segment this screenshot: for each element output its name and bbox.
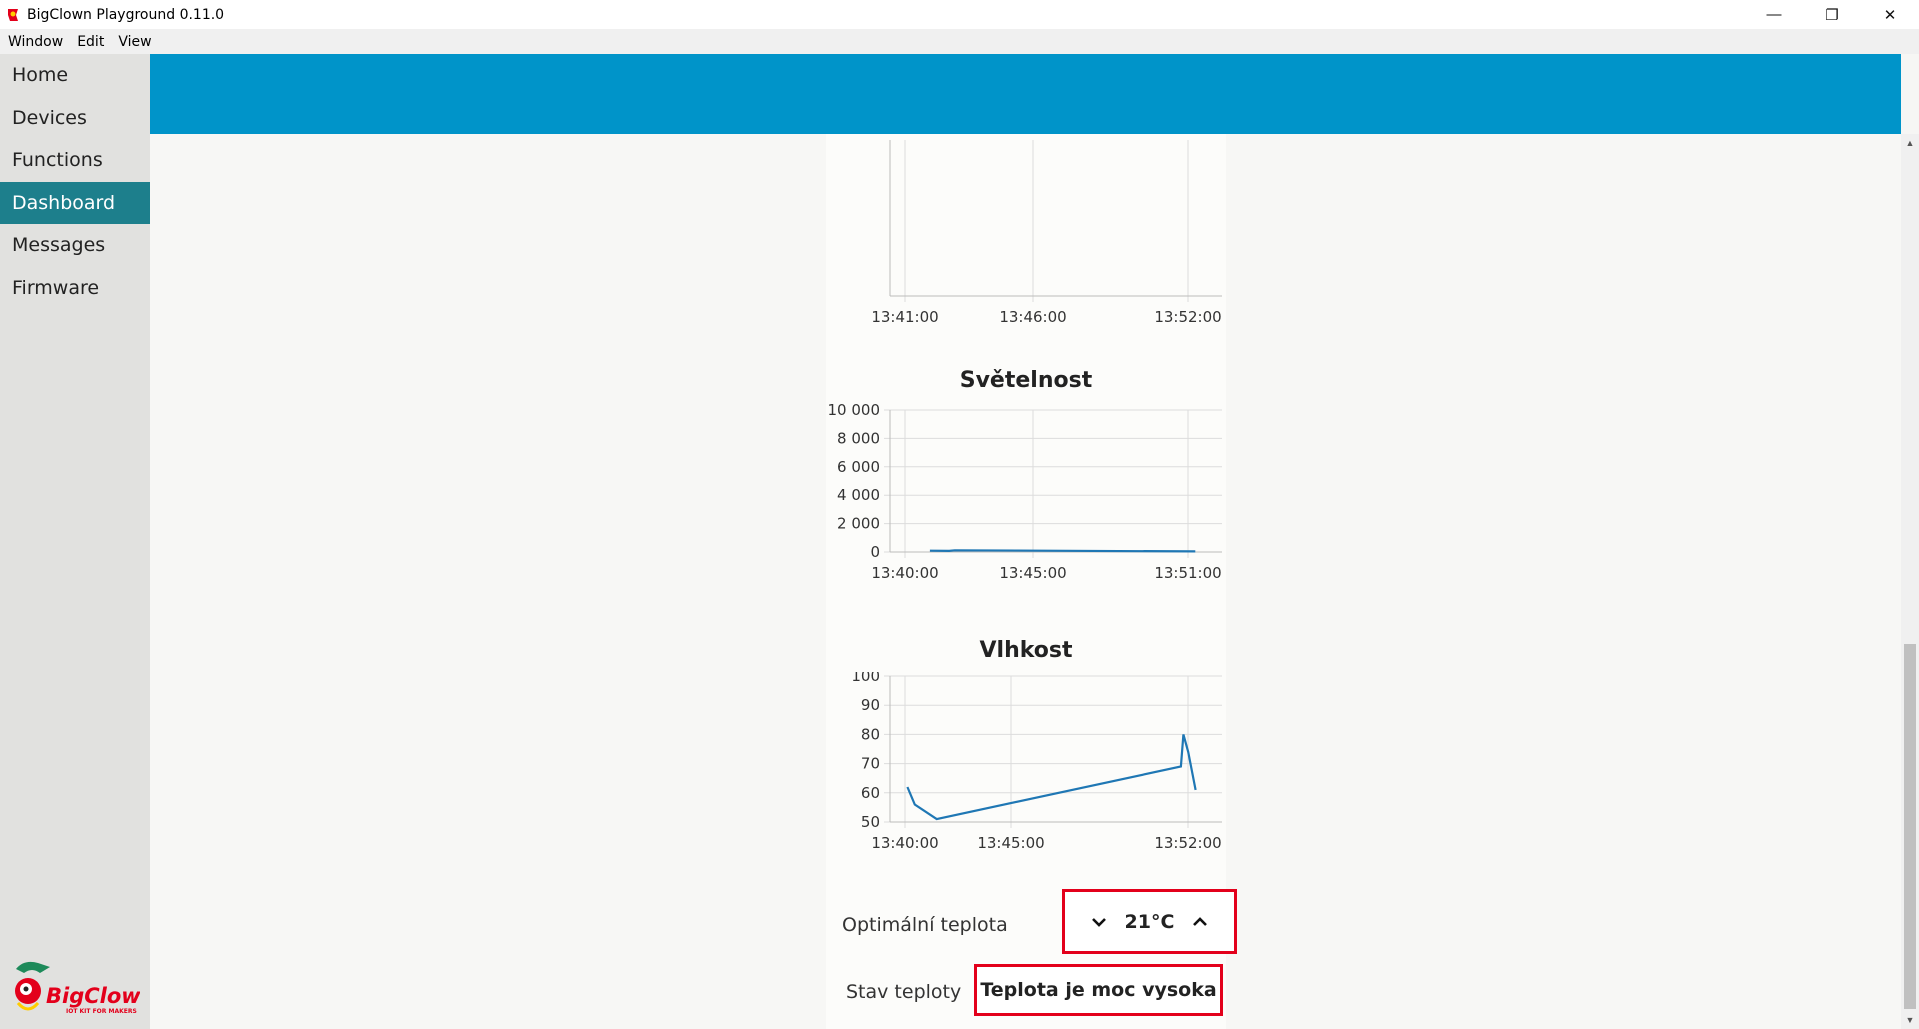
y-tick-label: 60 — [861, 784, 880, 802]
chevron-up-icon[interactable] — [1190, 912, 1210, 932]
x-tick-label: 13:46:00 — [999, 308, 1066, 326]
x-tick-label: 13:52:00 — [1154, 834, 1221, 852]
temp-status-label: Stav teploty — [846, 981, 962, 1003]
x-tick-label: 13:52:00 — [1154, 308, 1221, 326]
minimize-button[interactable]: — — [1745, 0, 1803, 29]
y-tick-label: 100 — [851, 672, 880, 685]
sidebar: Home Devices Functions Dashboard Message… — [0, 54, 150, 1029]
chevron-down-icon[interactable] — [1089, 912, 1109, 932]
y-tick-label: 4 000 — [837, 486, 880, 504]
scroll-up-arrow-icon[interactable]: ▲ — [1901, 134, 1919, 152]
x-tick-label: 13:40:00 — [871, 834, 938, 852]
chart-title-svetelnost: Světelnost — [959, 368, 1093, 393]
y-tick-label: 10 000 — [828, 402, 881, 419]
bigclown-logo: BigClown IOT KIT FOR MAKERS — [15, 961, 140, 1015]
header-bar — [150, 54, 1901, 134]
temp-status-badge: Teplota je moc vysoka — [974, 964, 1223, 1016]
menu-window[interactable]: Window — [8, 34, 63, 50]
x-tick-label: 13:45:00 — [977, 834, 1044, 852]
y-tick-label: 0 — [870, 543, 880, 561]
chart-title-vlhkost: Vlhkost — [979, 638, 1073, 663]
menu-bar: Window Edit View — [0, 29, 1919, 54]
sidebar-item-messages[interactable]: Messages — [0, 224, 150, 267]
menu-view[interactable]: View — [118, 34, 151, 50]
y-tick-label: 8 000 — [837, 429, 880, 447]
menu-edit[interactable]: Edit — [77, 34, 104, 50]
y-tick-label: 80 — [861, 725, 880, 743]
logo-text: BigClown — [46, 984, 140, 1008]
y-tick-label: 6 000 — [837, 458, 880, 476]
y-tick-label: 90 — [861, 696, 880, 714]
optimal-temp-stepper: 21°C — [1062, 889, 1237, 954]
series-line — [929, 549, 1196, 553]
chart-vlhkost: 100 90 80 70 60 50 13:40:00 13:45:00 13:52:00 — [851, 672, 1222, 852]
series-line — [906, 734, 1197, 821]
sidebar-item-dashboard[interactable]: Dashboard — [0, 181, 150, 224]
logo-subtext: IOT KIT FOR MAKERS — [66, 1008, 137, 1015]
title-bar: BigClown Playground 0.11.0 — ❐ ✕ — [0, 0, 1919, 29]
sidebar-item-devices[interactable]: Devices — [0, 97, 150, 140]
optimal-temp-label: Optimální teplota — [842, 914, 1008, 936]
x-tick-label: 13:40:00 — [871, 564, 938, 582]
app-icon — [8, 8, 18, 21]
dashboard-panel: 13:41:00 13:46:00 13:52:00 Světelnost 10 0… — [826, 134, 1237, 1029]
vertical-scrollbar[interactable]: ▲ ▼ — [1901, 134, 1919, 1029]
close-button[interactable]: ✕ — [1861, 0, 1919, 29]
y-tick-label: 50 — [861, 813, 880, 831]
sidebar-item-functions[interactable]: Functions — [0, 139, 150, 182]
window-title: BigClown Playground 0.11.0 — [27, 6, 225, 23]
sidebar-item-home[interactable]: Home — [0, 54, 150, 97]
optimal-temp-value: 21°C — [1124, 910, 1175, 933]
x-tick-label: 13:41:00 — [871, 308, 938, 326]
chart-svetelnost: 10 000 8 000 6 000 4 000 2 000 0 13:40:00 13:45… — [828, 402, 1222, 582]
maximize-button[interactable]: ❐ — [1803, 0, 1861, 29]
y-tick-label: 70 — [861, 755, 880, 773]
chart-top: 13:41:00 13:46:00 13:52:00 — [871, 140, 1222, 326]
scroll-down-arrow-icon[interactable]: ▼ — [1901, 1011, 1919, 1029]
sidebar-item-firmware[interactable]: Firmware — [0, 267, 150, 310]
dashboard-content: 13:41:00 13:46:00 13:52:00 Světelnost 10 0… — [150, 134, 1901, 1029]
scroll-thumb[interactable] — [1904, 644, 1916, 1009]
x-tick-label: 13:51:00 — [1154, 564, 1221, 582]
temp-status-value: Teplota je moc vysoka — [980, 979, 1217, 1001]
y-tick-label: 2 000 — [837, 515, 880, 533]
x-tick-label: 13:45:00 — [999, 564, 1066, 582]
